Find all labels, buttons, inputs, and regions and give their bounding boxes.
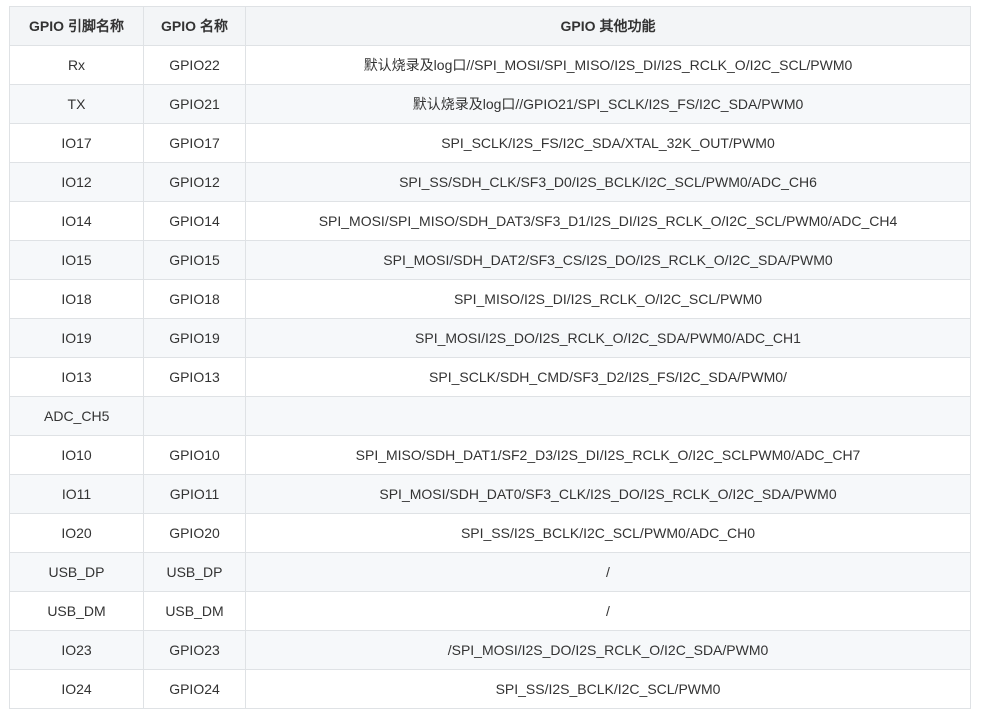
cell-other-functions: 默认烧录及log口//GPIO21/SPI_SCLK/I2S_FS/I2C_SD… [245,84,971,124]
cell-pin-name: IO11 [9,474,144,514]
cell-gpio-name: USB_DP [143,552,246,592]
cell-other-functions: SPI_SCLK/SDH_CMD/SF3_D2/I2S_FS/I2C_SDA/P… [245,357,971,397]
cell-other-functions: SPI_MOSI/I2S_DO/I2S_RCLK_O/I2C_SDA/PWM0/… [245,318,971,358]
header-other-functions: GPIO 其他功能 [245,6,971,46]
table-row: IO18 GPIO18 SPI_MISO/I2S_DI/I2S_RCLK_O/I2C… [9,279,971,319]
cell-other-functions: SPI_MOSI/SPI_MISO/SDH_DAT3/SF3_D1/I2S_DI… [245,201,971,241]
cell-other-functions: SPI_SS/I2S_BCLK/I2C_SCL/PWM0 [245,669,971,709]
cell-pin-name: TX [9,84,144,124]
cell-pin-name: IO15 [9,240,144,280]
cell-gpio-name: GPIO24 [143,669,246,709]
cell-pin-name: IO10 [9,435,144,475]
cell-pin-name: IO20 [9,513,144,553]
cell-pin-name: IO23 [9,630,144,670]
table-row: IO24 GPIO24 SPI_SS/I2S_BCLK/I2C_SCL/PWM0 [9,669,971,709]
table-row: IO17 GPIO17 SPI_SCLK/I2S_FS/I2C_SDA/XTAL_3… [9,123,971,163]
cell-gpio-name: GPIO15 [143,240,246,280]
cell-pin-name: IO19 [9,318,144,358]
cell-gpio-name [143,396,246,436]
cell-gpio-name: GPIO13 [143,357,246,397]
cell-pin-name: IO24 [9,669,144,709]
table-row: IO11 GPIO11 SPI_MOSI/SDH_DAT0/SF3_CLK/I2S_… [9,474,971,514]
table-header: GPIO 引脚名称 GPIO 名称 GPIO 其他功能 [9,6,971,46]
cell-other-functions: SPI_SS/I2S_BCLK/I2C_SCL/PWM0/ADC_CH0 [245,513,971,553]
cell-gpio-name: GPIO21 [143,84,246,124]
cell-other-functions [245,396,971,436]
table-row: IO19 GPIO19 SPI_MOSI/I2S_DO/I2S_RCLK_O/I2C… [9,318,971,358]
cell-pin-name: USB_DM [9,591,144,631]
cell-gpio-name: GPIO14 [143,201,246,241]
table-row: ADC_CH5 [9,396,971,436]
table-row: Rx GPIO22 默认烧录及log口//SPI_MOSI/SPI_MISO/I2S… [9,45,971,85]
cell-gpio-name: GPIO19 [143,318,246,358]
cell-pin-name: IO14 [9,201,144,241]
cell-gpio-name: GPIO10 [143,435,246,475]
cell-other-functions: 默认烧录及log口//SPI_MOSI/SPI_MISO/I2S_DI/I2S_… [245,45,971,85]
cell-other-functions: SPI_MISO/I2S_DI/I2S_RCLK_O/I2C_SCL/PWM0 [245,279,971,319]
cell-gpio-name: GPIO12 [143,162,246,202]
cell-pin-name: IO17 [9,123,144,163]
table-row: IO12 GPIO12 SPI_SS/SDH_CLK/SF3_D0/I2S_BCLK… [9,162,971,202]
table-row: TX GPIO21 默认烧录及log口//GPIO21/SPI_SCLK/I2S_F… [9,84,971,124]
table-row: IO13 GPIO13 SPI_SCLK/SDH_CMD/SF3_D2/I2S_FS… [9,357,971,397]
cell-gpio-name: GPIO17 [143,123,246,163]
cell-other-functions: / [245,552,971,592]
gpio-pin-table: GPIO 引脚名称 GPIO 名称 GPIO 其他功能 Rx GPIO22 默认烧录… [9,6,971,709]
cell-pin-name: Rx [9,45,144,85]
table-row: IO10 GPIO10 SPI_MISO/SDH_DAT1/SF2_D3/I2S_D… [9,435,971,475]
cell-gpio-name: GPIO22 [143,45,246,85]
cell-other-functions: /SPI_MOSI/I2S_DO/I2S_RCLK_O/I2C_SDA/PWM0 [245,630,971,670]
cell-other-functions: SPI_MOSI/SDH_DAT2/SF3_CS/I2S_DO/I2S_RCLK… [245,240,971,280]
cell-other-functions: / [245,591,971,631]
cell-other-functions: SPI_MOSI/SDH_DAT0/SF3_CLK/I2S_DO/I2S_RCL… [245,474,971,514]
cell-gpio-name: GPIO11 [143,474,246,514]
cell-pin-name: USB_DP [9,552,144,592]
table-row: IO15 GPIO15 SPI_MOSI/SDH_DAT2/SF3_CS/I2S_D… [9,240,971,280]
table-row: IO14 GPIO14 SPI_MOSI/SPI_MISO/SDH_DAT3/SF3… [9,201,971,241]
cell-pin-name: ADC_CH5 [9,396,144,436]
table-row: IO23 GPIO23/SPI_MOSI/I2S_DO/I2S_RCLK_O/I2… [9,630,971,670]
cell-pin-name: IO12 [9,162,144,202]
cell-gpio-name: GPIO23 [143,630,246,670]
table-row: IO20 GPIO20 SPI_SS/I2S_BCLK/I2C_SCL/PWM0/A… [9,513,971,553]
table-body: Rx GPIO22 默认烧录及log口//SPI_MOSI/SPI_MISO/I2S… [9,45,971,709]
cell-gpio-name: GPIO20 [143,513,246,553]
cell-other-functions: SPI_SS/SDH_CLK/SF3_D0/I2S_BCLK/I2C_SCL/P… [245,162,971,202]
header-row: GPIO 引脚名称 GPIO 名称 GPIO 其他功能 [9,6,971,46]
table-row: USB_DM USB_DM / [9,591,971,631]
cell-other-functions: SPI_SCLK/I2S_FS/I2C_SDA/XTAL_32K_OUT/PWM… [245,123,971,163]
cell-pin-name: IO13 [9,357,144,397]
table-row: USB_DP USB_DP / [9,552,971,592]
header-gpio-name: GPIO 名称 [143,6,246,46]
cell-other-functions: SPI_MISO/SDH_DAT1/SF2_D3/I2S_DI/I2S_RCLK… [245,435,971,475]
cell-gpio-name: USB_DM [143,591,246,631]
cell-gpio-name: GPIO18 [143,279,246,319]
cell-pin-name: IO18 [9,279,144,319]
header-pin-name: GPIO 引脚名称 [9,6,144,46]
